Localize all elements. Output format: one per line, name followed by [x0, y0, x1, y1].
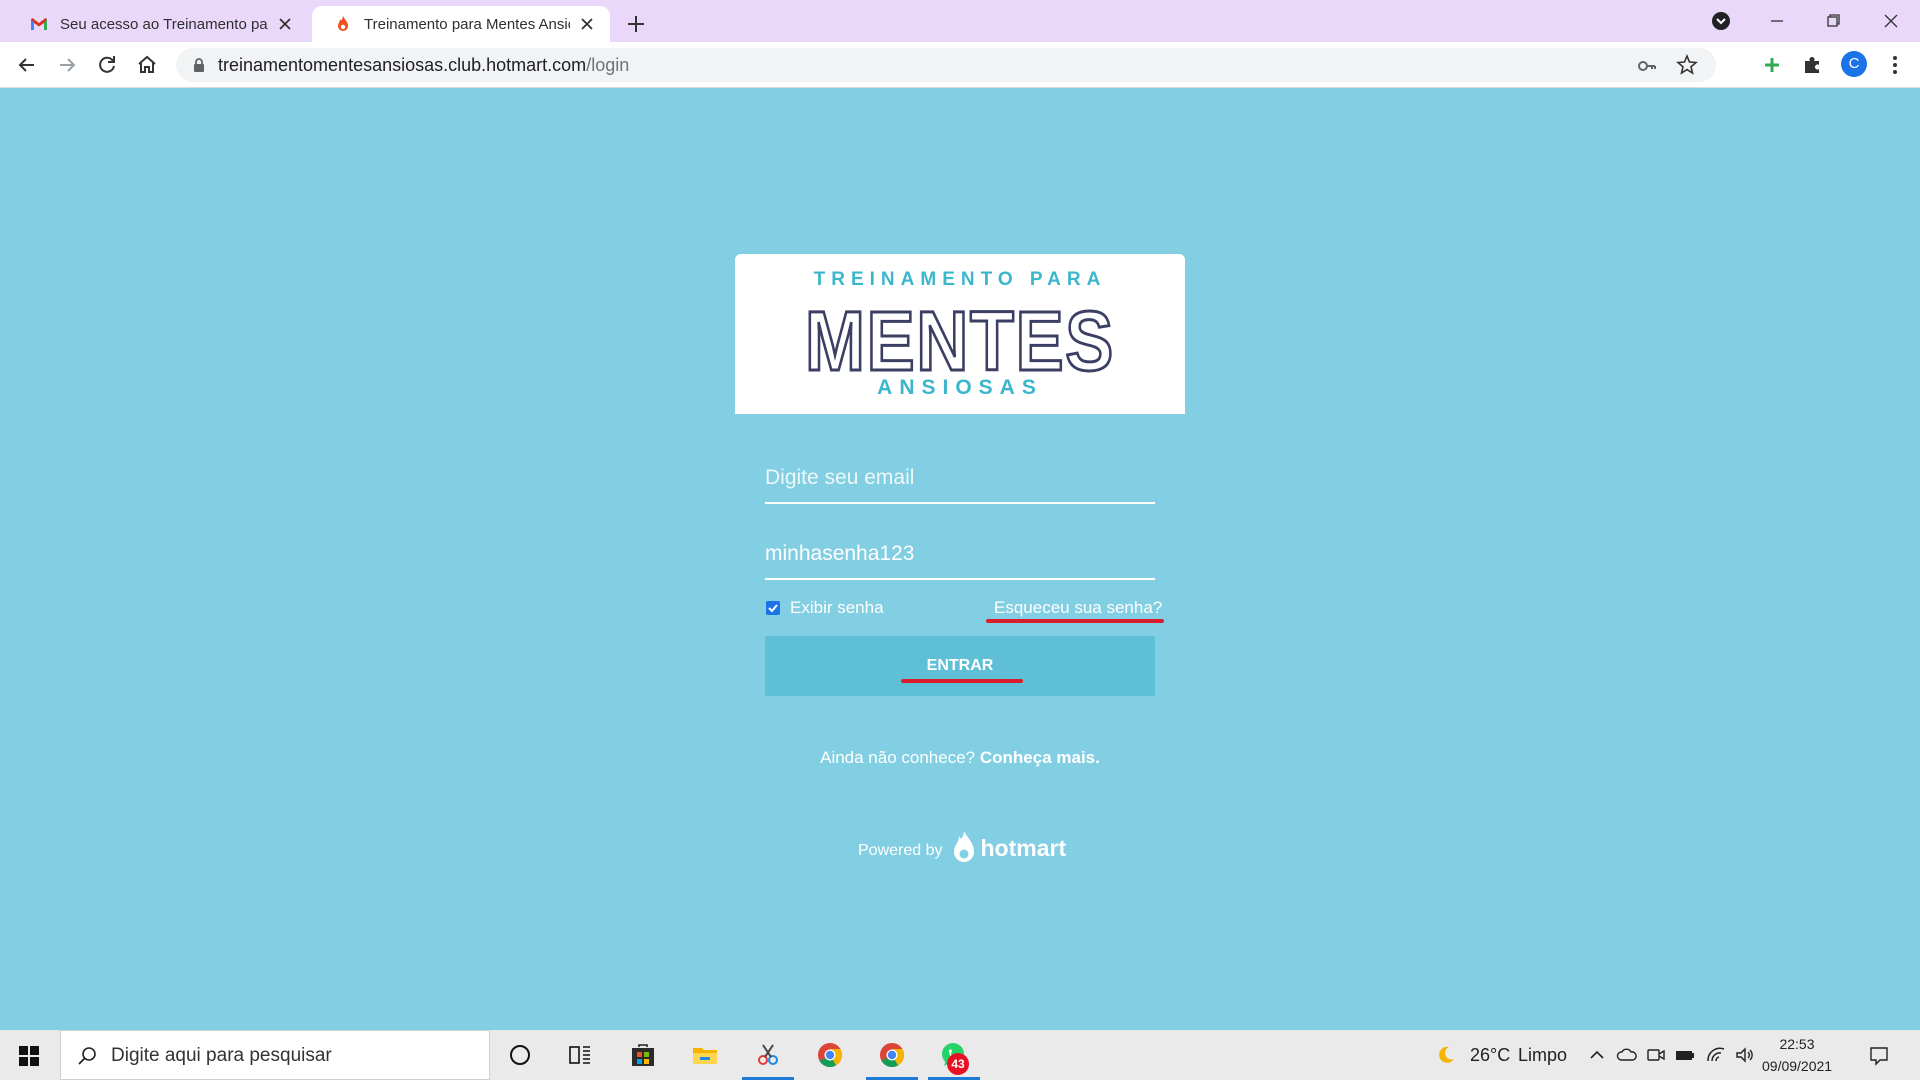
tab-hotmart[interactable]: Treinamento para Mentes Ansiosas — [312, 6, 610, 42]
promo-text: Ainda não conhece? — [820, 748, 976, 767]
show-password-checkbox[interactable] — [766, 601, 780, 615]
battery-icon[interactable] — [1674, 1044, 1696, 1066]
hotmart-flame-icon — [338, 16, 348, 31]
tab-title: Seu acesso ao Treinamento para Mentes An… — [60, 15, 268, 33]
chrome-icon[interactable] — [815, 1040, 845, 1070]
close-icon[interactable] — [276, 15, 294, 33]
weather-moon-icon[interactable] — [1435, 1044, 1457, 1066]
volume-icon[interactable] — [1734, 1044, 1756, 1066]
forgot-password-link[interactable]: Esqueceu sua senha? — [994, 598, 1162, 618]
task-view-icon[interactable] — [565, 1040, 595, 1070]
bookmark-star-icon[interactable] — [1676, 54, 1698, 76]
powered-by-hotmart: Powered by hotmart — [858, 830, 1066, 866]
svg-text:MENTES: MENTES — [805, 298, 1115, 378]
email-field[interactable] — [765, 454, 1155, 504]
tab-strip: Seu acesso ao Treinamento para Mentes An… — [0, 0, 1920, 42]
file-explorer-icon[interactable] — [690, 1040, 720, 1070]
windows-start-icon[interactable] — [18, 1045, 40, 1067]
whatsapp-unread-badge: 43 — [947, 1053, 969, 1075]
checkmark-icon — [768, 604, 778, 613]
course-logo: TREINAMENTO PARA MENTES ANSIOSAS — [735, 254, 1185, 414]
taskbar-search[interactable]: Digite aqui para pesquisar — [60, 1030, 490, 1080]
logo-top-text: TREINAMENTO PARA — [813, 269, 1107, 290]
minimize-icon[interactable] — [1764, 8, 1790, 34]
extensions-puzzle-icon[interactable] — [1800, 52, 1826, 78]
close-icon[interactable] — [578, 15, 596, 33]
menu-kebab-icon[interactable] — [1882, 52, 1908, 78]
notifications-icon[interactable] — [1868, 1044, 1890, 1066]
close-window-icon[interactable] — [1878, 8, 1904, 34]
meet-now-icon[interactable] — [1645, 1044, 1667, 1066]
wifi-icon[interactable] — [1705, 1044, 1727, 1066]
clock-date: 09/09/2021 — [1762, 1058, 1833, 1074]
key-icon[interactable] — [1636, 55, 1658, 77]
weather-temperature[interactable]: 26°C — [1470, 1045, 1510, 1066]
weather-description[interactable]: Limpo — [1518, 1045, 1567, 1066]
url-text: treinamentomentesansiosas.club.hotmart.c… — [218, 55, 630, 75]
browser-toolbar: treinamentomentesansiosas.club.hotmart.c… — [0, 42, 1920, 88]
learn-more-link[interactable]: Conheça mais. — [980, 748, 1100, 767]
annotation-underline — [986, 619, 1164, 623]
microsoft-store-icon[interactable] — [628, 1040, 658, 1070]
annotation-underline — [901, 679, 1023, 683]
taskbar-clock[interactable]: 22:53 09/09/2021 — [1762, 1033, 1832, 1077]
learn-more-text: Ainda não conhece? Conheça mais. — [0, 748, 1920, 768]
new-tab-icon[interactable] — [622, 10, 650, 38]
search-icon — [78, 1047, 96, 1065]
email-input[interactable] — [765, 454, 1155, 502]
snipping-tool-icon[interactable] — [753, 1040, 783, 1070]
back-icon[interactable] — [14, 52, 40, 78]
lock-icon[interactable] — [190, 56, 208, 74]
chrome-icon[interactable] — [877, 1040, 907, 1070]
enter-button[interactable]: ENTRAR — [765, 636, 1155, 696]
clock-time: 22:53 — [1779, 1036, 1815, 1052]
tab-search-icon[interactable] — [1708, 8, 1734, 34]
hotmart-flame-icon — [953, 831, 974, 862]
logo-bottom-text: ANSIOSAS — [877, 376, 1043, 399]
chevron-up-icon[interactable] — [1586, 1044, 1608, 1066]
cortana-icon[interactable] — [505, 1040, 535, 1070]
hotmart-brand: hotmart — [980, 834, 1067, 861]
forward-icon[interactable] — [54, 52, 80, 78]
home-icon[interactable] — [134, 52, 160, 78]
address-bar[interactable]: treinamentomentesansiosas.club.hotmart.c… — [176, 48, 1716, 82]
restore-icon[interactable] — [1820, 8, 1846, 34]
password-input[interactable] — [765, 530, 1155, 578]
taskbar-search-placeholder: Digite aqui para pesquisar — [111, 1045, 332, 1066]
show-password-label: Exibir senha — [790, 598, 884, 617]
show-password-toggle[interactable]: Exibir senha — [766, 598, 884, 618]
gmail-icon — [31, 18, 47, 30]
profile-avatar[interactable]: C — [1841, 51, 1867, 77]
reload-icon[interactable] — [94, 52, 120, 78]
logo-main-text: MENTES — [804, 298, 1115, 378]
onedrive-cloud-icon[interactable] — [1616, 1044, 1638, 1066]
tab-title: Treinamento para Mentes Ansiosas — [364, 15, 570, 33]
add-extension-icon[interactable] — [1759, 52, 1785, 78]
tab-gmail[interactable]: Seu acesso ao Treinamento para Mentes An… — [8, 6, 308, 42]
powered-by-label: Powered by — [858, 842, 943, 859]
password-field[interactable] — [765, 530, 1155, 580]
